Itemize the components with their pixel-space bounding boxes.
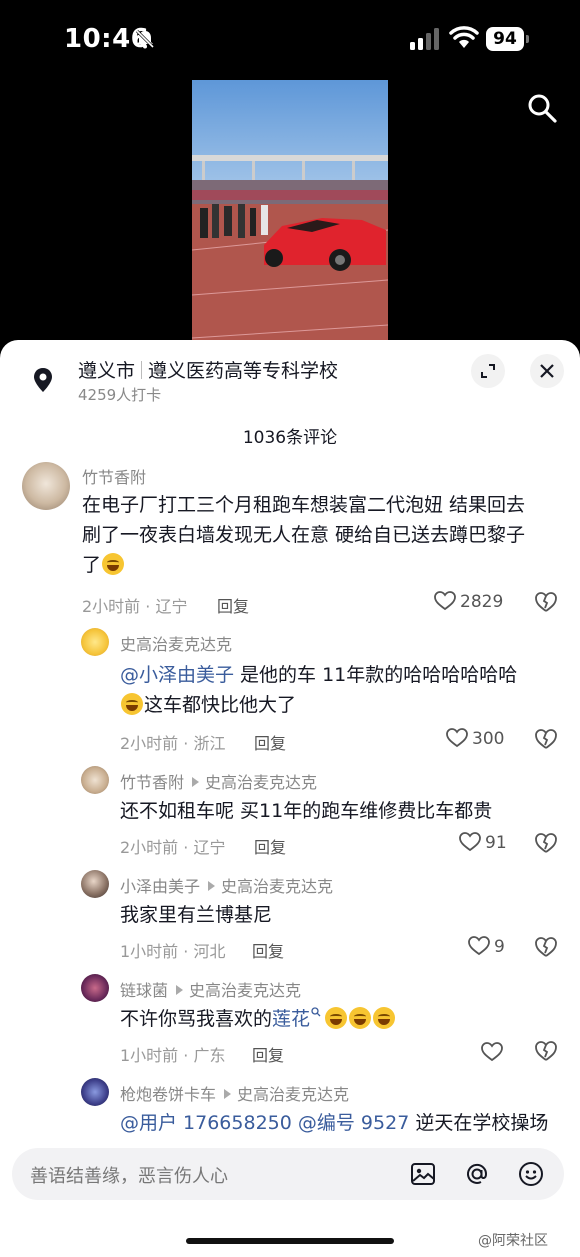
- comment-username[interactable]: 竹节香附: [82, 464, 146, 488]
- broken-heart-icon[interactable]: [535, 832, 557, 854]
- emoji-icon[interactable]: [518, 1161, 544, 1187]
- like-button[interactable]: 2829: [434, 591, 503, 612]
- avatar[interactable]: [81, 974, 109, 1002]
- cellular-signal-icon: [410, 28, 439, 50]
- avatar[interactable]: [22, 462, 70, 510]
- avatar[interactable]: [81, 766, 109, 794]
- comment-count: 1036条评论: [242, 428, 338, 448]
- mention-at-icon[interactable]: [464, 1161, 490, 1187]
- close-button[interactable]: [530, 354, 564, 388]
- search-icon[interactable]: [526, 92, 558, 124]
- comment-meta: 2小时前 · 辽宁: [82, 597, 188, 616]
- crying-emoji-icon: [349, 1007, 372, 1029]
- comment-input[interactable]: 善语结善缘，恶言伤人心: [12, 1148, 564, 1200]
- comment-item: 竹节香附 在电子厂打工三个月租跑车想装富二代泡妞 结果回去 刷了一夜表白墙发现无…: [0, 460, 580, 620]
- heart-icon: [459, 832, 481, 852]
- reply-meta: 1小时前 · 广东: [120, 1046, 226, 1065]
- close-icon: [540, 364, 554, 378]
- reply-username[interactable]: 枪炮卷饼卡车 史高治麦克达克: [120, 1081, 349, 1105]
- reply-meta: 2小时前 · 浙江: [120, 734, 226, 753]
- heart-icon: [468, 936, 490, 956]
- like-count: 9: [494, 937, 505, 957]
- broken-heart-icon[interactable]: [535, 1040, 557, 1062]
- user-mention-link[interactable]: @编号 9527: [298, 1112, 409, 1134]
- reply-button[interactable]: 回复: [217, 593, 249, 617]
- crying-emoji-icon: [373, 1007, 396, 1029]
- reply-button[interactable]: 回复: [252, 1042, 284, 1066]
- comment-text: 在电子厂打工三个月租跑车想装富二代泡妞 结果回去 刷了一夜表白墙发现无人在意 硬…: [82, 494, 526, 576]
- reply-username[interactable]: 竹节香附 史高治麦克达克: [120, 769, 317, 793]
- like-button[interactable]: 91: [459, 832, 507, 853]
- reply-text: @用户 176658250 @编号 9527 逆天在学校操场: [120, 1112, 549, 1134]
- avatar[interactable]: [81, 628, 109, 656]
- location-city: 遵义市: [78, 360, 136, 382]
- user-mention-link[interactable]: @小泽由美子: [120, 664, 234, 686]
- expand-button[interactable]: [471, 354, 505, 388]
- video-player[interactable]: [192, 80, 388, 342]
- watermark: @阿荣社区: [478, 1233, 548, 1249]
- crying-emoji-icon: [325, 1007, 348, 1029]
- bell-muted-icon: [135, 29, 155, 49]
- broken-heart-icon[interactable]: [535, 591, 557, 613]
- battery-level: 94: [486, 27, 524, 51]
- laughing-emoji-icon: [102, 553, 125, 575]
- like-count: 300: [472, 729, 505, 749]
- search-link[interactable]: 莲花: [272, 1008, 310, 1030]
- image-icon[interactable]: [410, 1161, 436, 1187]
- reply-item: 小泽由美子 史高治麦克达克 我家里有兰博基尼 1小时前 · 河北 回复 9: [0, 868, 580, 964]
- heart-icon: [446, 728, 468, 748]
- expand-icon: [481, 364, 495, 378]
- reply-text: 还不如租车呢 买11年的跑车维修费比车都贵: [120, 800, 493, 822]
- divider: [141, 361, 143, 379]
- broken-heart-icon[interactable]: [535, 936, 557, 958]
- comment-input-placeholder: 善语结善缘，恶言伤人心: [30, 1166, 228, 1187]
- avatar[interactable]: [81, 1078, 109, 1106]
- rofl-emoji-icon: [121, 693, 143, 715]
- avatar[interactable]: [81, 870, 109, 898]
- battery-indicator: 94: [486, 27, 530, 51]
- location-place: 遵义医药高等专科学校: [148, 360, 339, 382]
- like-count: 2829: [460, 592, 504, 612]
- reply-arrow-icon: [192, 777, 200, 787]
- reply-text: @小泽由美子 是他的车 11年款的哈哈哈哈哈哈 这车都快比他大了: [120, 664, 518, 716]
- like-button[interactable]: 9: [468, 936, 505, 957]
- reply-arrow-icon: [208, 881, 216, 891]
- status-bar: 10:46 94: [0, 0, 580, 80]
- reply-text: 我家里有兰博基尼: [120, 904, 273, 926]
- heart-icon[interactable]: [481, 1042, 503, 1062]
- location-title[interactable]: 遵义市 遵义医药高等专科学校: [78, 356, 338, 383]
- reply-arrow-icon: [224, 1089, 232, 1099]
- user-mention-link[interactable]: @用户 176658250: [120, 1112, 292, 1134]
- home-indicator[interactable]: [186, 1238, 394, 1244]
- wifi-icon: [449, 26, 479, 48]
- reply-button[interactable]: 回复: [254, 730, 286, 754]
- reply-item: 枪炮卷饼卡车 史高治麦克达克 @用户 176658250 @编号 9527 逆天在…: [0, 1076, 580, 1136]
- location-pin-icon: [34, 368, 52, 392]
- reply-item: 竹节香附 史高治麦克达克 还不如租车呢 买11年的跑车维修费比车都贵 2小时前 ·…: [0, 764, 580, 860]
- heart-icon: [434, 591, 456, 611]
- reply-text: 不许你骂我喜欢的莲花: [120, 1004, 396, 1034]
- reply-item: 史高治麦克达克 @小泽由美子 是他的车 11年款的哈哈哈哈哈哈 这车都快比他大了…: [0, 626, 580, 756]
- broken-heart-icon[interactable]: [535, 728, 557, 750]
- search-icon: [311, 1007, 321, 1017]
- reply-item: 链球菌 史高治麦克达克 不许你骂我喜欢的莲花 1小时前 · 广东 回复: [0, 972, 580, 1068]
- comments-sheet: 遵义市 遵义医药高等专科学校 4259人打卡 1036条评论 竹节香附 在电子厂打…: [0, 340, 580, 1257]
- reply-meta: 1小时前 · 河北: [120, 942, 226, 961]
- checkin-count: 4259人打卡: [78, 386, 162, 404]
- reply-button[interactable]: 回复: [252, 938, 284, 962]
- like-count: 91: [485, 833, 507, 853]
- reply-button[interactable]: 回复: [254, 834, 286, 858]
- reply-arrow-icon: [176, 985, 184, 995]
- reply-username[interactable]: 链球菌 史高治麦克达克: [120, 977, 301, 1001]
- reply-username[interactable]: 史高治麦克达克: [120, 631, 232, 655]
- like-button[interactable]: 300: [446, 728, 504, 749]
- reply-username[interactable]: 小泽由美子 史高治麦克达克: [120, 873, 333, 897]
- reply-meta: 2小时前 · 辽宁: [120, 838, 226, 857]
